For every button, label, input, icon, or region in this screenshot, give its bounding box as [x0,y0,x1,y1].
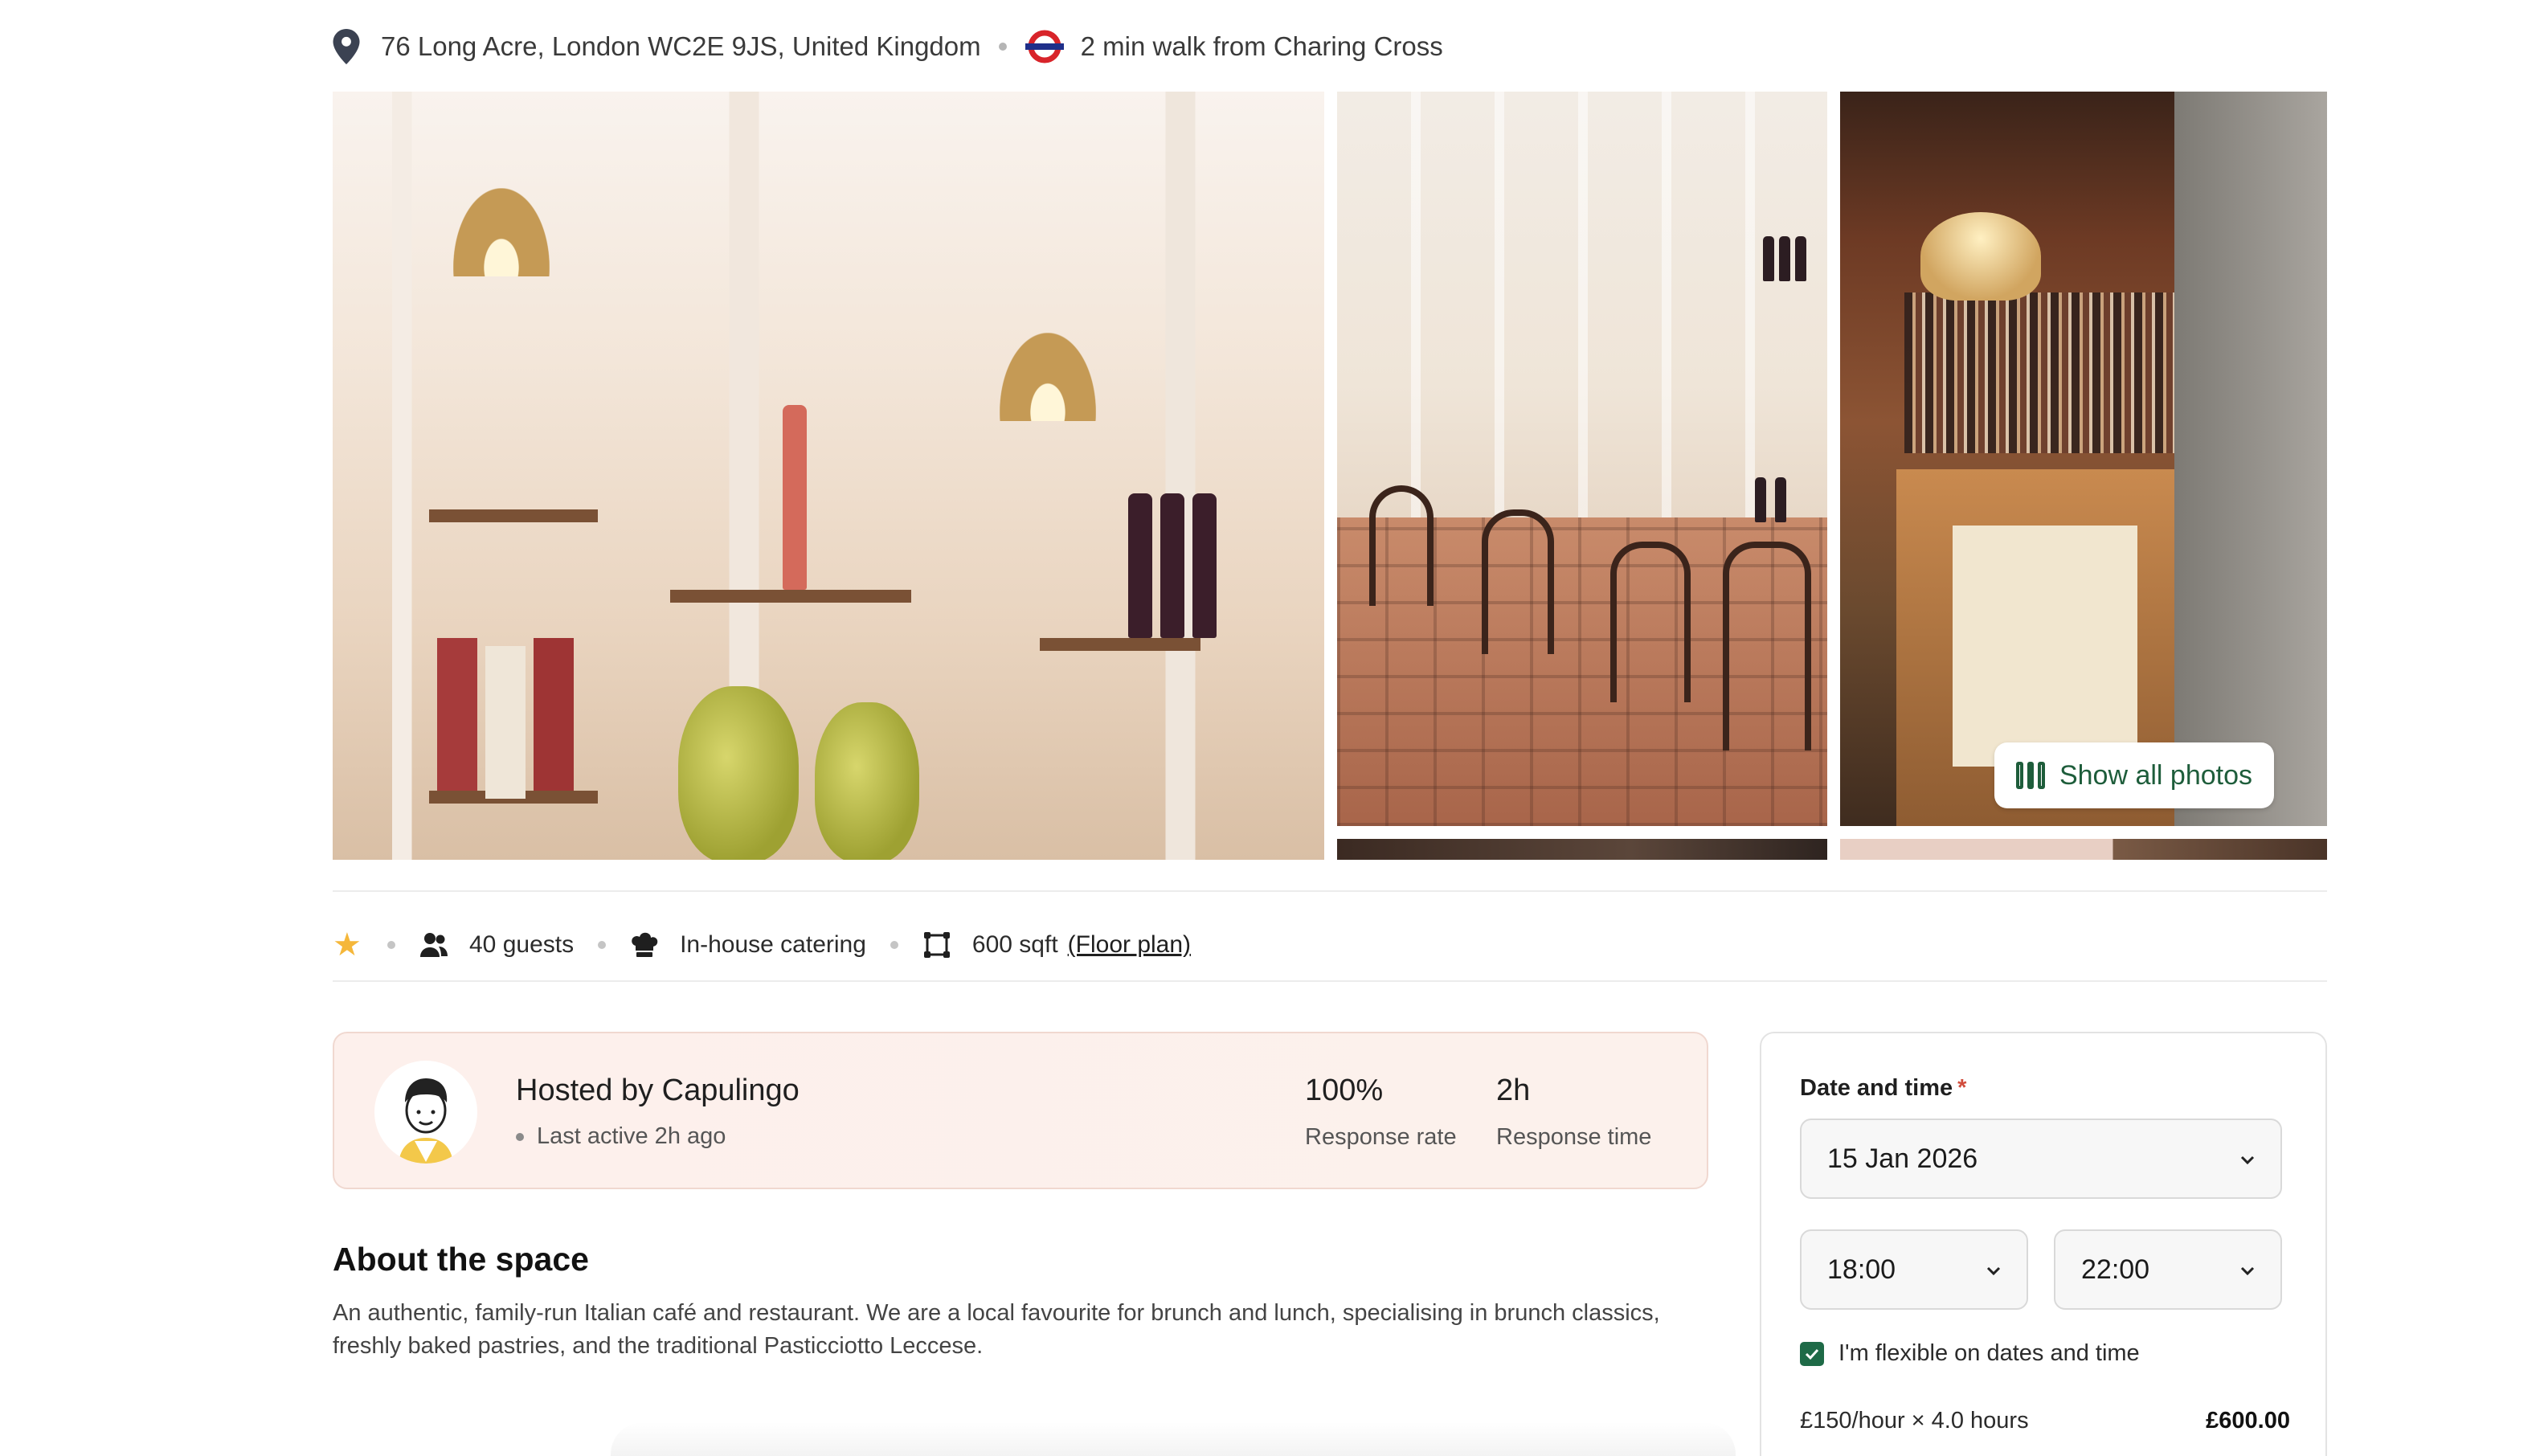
lamp-shape [1000,333,1096,421]
floating-bar-shadow [611,1422,1736,1456]
host-name: Hosted by Capulingo [516,1074,800,1107]
chair-shape [1482,509,1554,654]
bottle-shape [1763,236,1774,281]
flexible-checkbox[interactable] [1800,1341,1824,1366]
chair-shape [1610,542,1691,702]
transit-text: 2 min walk from Charing Cross [1080,31,1443,61]
photos-grid-icon [2015,762,2045,789]
bottle-shape [1779,236,1790,281]
book-shape [437,638,477,791]
bottle-shape [1795,236,1806,281]
date-value: 15 Jan 2026 [1827,1143,1978,1174]
book-shape [485,646,526,799]
checkmark-icon [1805,1348,1819,1360]
jug-shape [815,702,919,860]
bottle-shape [1192,493,1217,638]
date-time-label-text: Date and time [1800,1075,1953,1101]
rate-total: £600.00 [2206,1408,2290,1434]
location-bar: 76 Long Acre, London WC2E 9JS, United Ki… [333,24,1443,69]
end-time-select[interactable]: 22:00 [2054,1229,2282,1310]
bar-panel-shape [1953,526,2137,767]
response-rate-value: 100% [1305,1074,1384,1107]
separator-dot [890,941,898,949]
chair-shape [1369,485,1434,606]
date-select[interactable]: 15 Jan 2026 [1800,1119,2282,1199]
separator-dot [598,941,607,949]
divider [333,980,2327,982]
response-rate-label: Response rate [1305,1124,1457,1150]
catering-text: In-house catering [680,931,866,958]
shelf-shape [429,509,598,522]
shelf-shape [670,590,911,603]
booking-panel: Date and time * 15 Jan 2026 18:00 22:00 I… [1760,1032,2327,1456]
photo-main[interactable] [333,92,1324,860]
bottles-shape [1904,292,2218,453]
bottle-shape [783,405,807,590]
response-rate-stat: 100% Response rate [1305,1074,1457,1151]
response-time-value: 2h [1496,1074,1531,1107]
about-description: An authentic, family-run Italian café an… [333,1300,1660,1359]
photo-dining[interactable] [1337,92,1827,826]
flexible-dates-option: I'm flexible on dates and time [1800,1340,2140,1367]
last-active-text: Last active 2h ago [537,1123,726,1149]
response-time-stat: 2h Response time [1496,1074,1651,1151]
chair-shape [1723,542,1811,750]
photo-thumb[interactable] [1840,839,2327,860]
show-all-photos-button[interactable]: Show all photos [1994,742,2274,808]
show-all-photos-label: Show all photos [2059,759,2253,791]
required-marker: * [1957,1075,1967,1101]
jug-shape [678,686,799,860]
bottle-shape [1775,477,1786,522]
flexible-label: I'm flexible on dates and time [1838,1340,2140,1366]
address-text: 76 Long Acre, London WC2E 9JS, United Ki… [381,31,981,61]
photo-thumb[interactable] [1337,839,1827,860]
separator-dot [387,941,395,949]
status-dot [516,1132,524,1141]
floor-plan-link[interactable]: (Floor plan) [1068,931,1191,959]
chevron-down-icon [2240,1155,2255,1165]
avatar-illustration-icon [399,1078,453,1164]
rate-line: £150/hour × 4.0 hours [1800,1408,2029,1434]
bottle-shape [1160,493,1184,638]
map-pin-icon [333,29,360,64]
start-time-value: 18:00 [1827,1254,1896,1285]
size-text: 600 sqft [971,931,1058,958]
price-breakdown-row: £150/hour × 4.0 hours £600.00 [1800,1408,2290,1434]
chevron-down-icon [1986,1266,2001,1276]
host-last-active: Last active 2h ago [516,1123,726,1150]
shelf-shape [1040,638,1200,651]
end-time-value: 22:00 [2081,1254,2150,1285]
start-time-select[interactable]: 18:00 [1800,1229,2028,1310]
response-time-label: Response time [1496,1124,1652,1150]
host-card: Hosted by Capulingo Last active 2h ago 1… [333,1032,1708,1189]
chef-hat-icon [632,932,658,957]
features-bar: ★ 40 guests In-house catering 600 sqft (… [333,921,1191,969]
host-avatar[interactable] [374,1061,477,1164]
bottle-shape [1755,477,1766,522]
chevron-down-icon [2240,1266,2255,1276]
separator-dot [998,43,1007,51]
date-time-label: Date and time * [1800,1075,1966,1102]
wall-shape [2174,92,2327,826]
photo-bar[interactable] [1840,92,2327,826]
about-title: About the space [333,1241,589,1278]
star-icon: ★ [333,927,362,963]
guests-icon [420,933,448,957]
bottle-shape [1128,493,1152,638]
divider [333,890,2327,892]
guests-text: 40 guests [469,931,575,958]
lamp-shape [453,188,550,276]
lamp-shape [1920,212,2041,301]
floor-area-icon [923,932,950,958]
book-shape [534,638,574,791]
underground-icon [1025,30,1064,63]
